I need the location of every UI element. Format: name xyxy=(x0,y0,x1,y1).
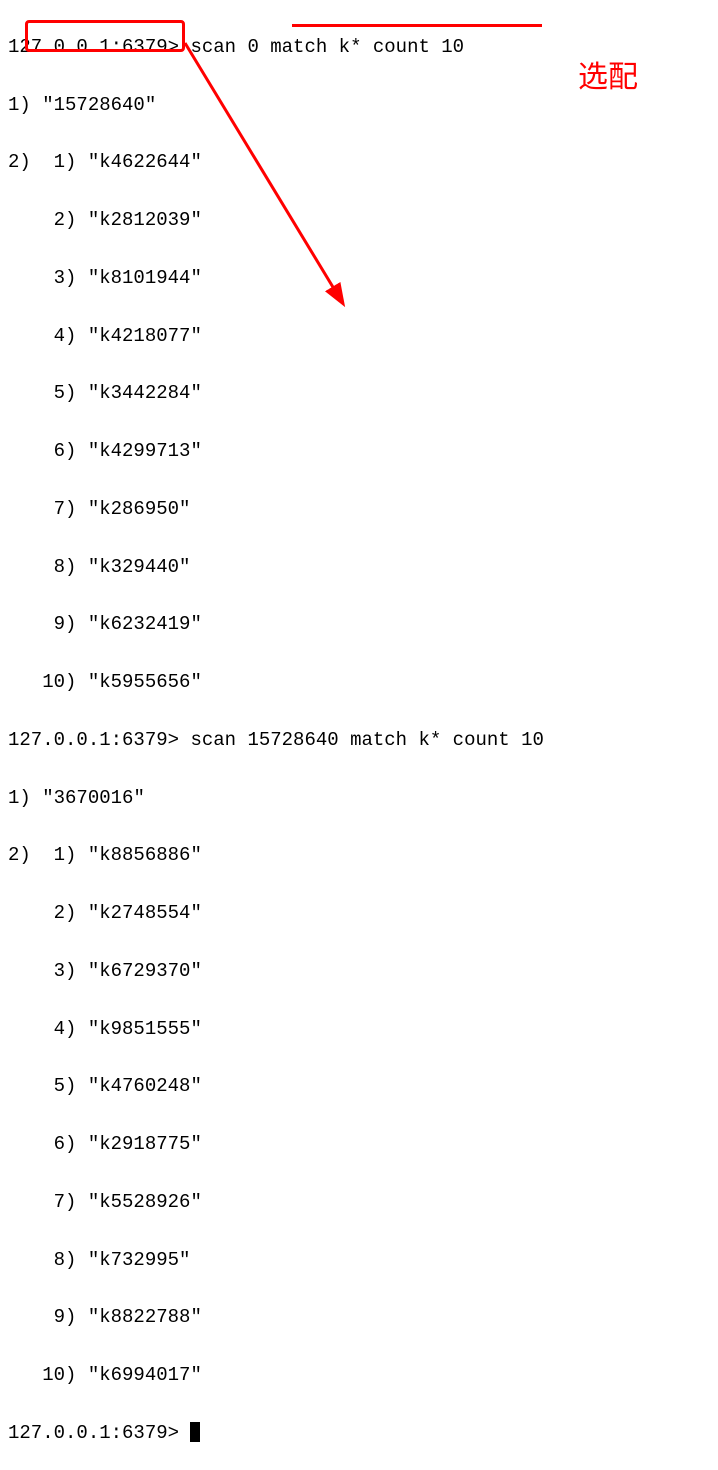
result-list-2-item-2: 2) "k2748554" xyxy=(8,899,710,928)
result-list-2-item-1: 2) 1) "k8856886" xyxy=(8,841,710,870)
result-cursor-2: 1) "3670016" xyxy=(8,784,710,813)
prompt-prefix: 127.0.0.1:6379> xyxy=(8,36,179,58)
cursor-value-2: 3670016 xyxy=(54,787,134,809)
prompt-prefix: 127.0.0.1:6379> xyxy=(8,729,179,751)
result-list-2-item-6: 6) "k2918775" xyxy=(8,1130,710,1159)
result-list-2-item-4: 4) "k9851555" xyxy=(8,1015,710,1044)
result-list-2-item-3: 3) "k6729370" xyxy=(8,957,710,986)
result-list-1-item-7: 7) "k286950" xyxy=(8,495,710,524)
result-list-1-item-9: 9) "k6232419" xyxy=(8,610,710,639)
result-list-1-item-8: 8) "k329440" xyxy=(8,553,710,582)
result-list-1-item-3: 3) "k8101944" xyxy=(8,264,710,293)
result-list-1-item-5: 5) "k3442284" xyxy=(8,379,710,408)
command-text: scan 0 match k* count 10 xyxy=(190,36,464,58)
result-list-1-item-1: 2) 1) "k4622644" xyxy=(8,148,710,177)
result-list-2-item-10: 10) "k6994017" xyxy=(8,1361,710,1390)
command-text: scan 15728640 match k* count 10 xyxy=(190,729,543,751)
result-list-1-item-4: 4) "k4218077" xyxy=(8,322,710,351)
result-list-1-item-10: 10) "k5955656" xyxy=(8,668,710,697)
result-list-2-item-9: 9) "k8822788" xyxy=(8,1303,710,1332)
result-cursor-1: 1) "15728640" xyxy=(8,91,710,120)
prompt-line-1: 127.0.0.1:6379> scan 0 match k* count 10 xyxy=(8,33,710,62)
prompt-line-3[interactable]: 127.0.0.1:6379> xyxy=(8,1419,710,1448)
cursor-block-icon xyxy=(190,1422,200,1442)
result-list-1-item-2: 2) "k2812039" xyxy=(8,206,710,235)
cursor-value-1: 15728640 xyxy=(54,94,145,116)
result-list-2-item-8: 8) "k732995" xyxy=(8,1246,710,1275)
prompt-line-2: 127.0.0.1:6379> scan 15728640 match k* c… xyxy=(8,726,710,755)
result-list-1-item-6: 6) "k4299713" xyxy=(8,437,710,466)
terminal-output[interactable]: 127.0.0.1:6379> scan 0 match k* count 10… xyxy=(8,4,710,1470)
prompt-prefix: 127.0.0.1:6379> xyxy=(8,1422,179,1444)
result-list-2-item-7: 7) "k5528926" xyxy=(8,1188,710,1217)
result-list-2-item-5: 5) "k4760248" xyxy=(8,1072,710,1101)
